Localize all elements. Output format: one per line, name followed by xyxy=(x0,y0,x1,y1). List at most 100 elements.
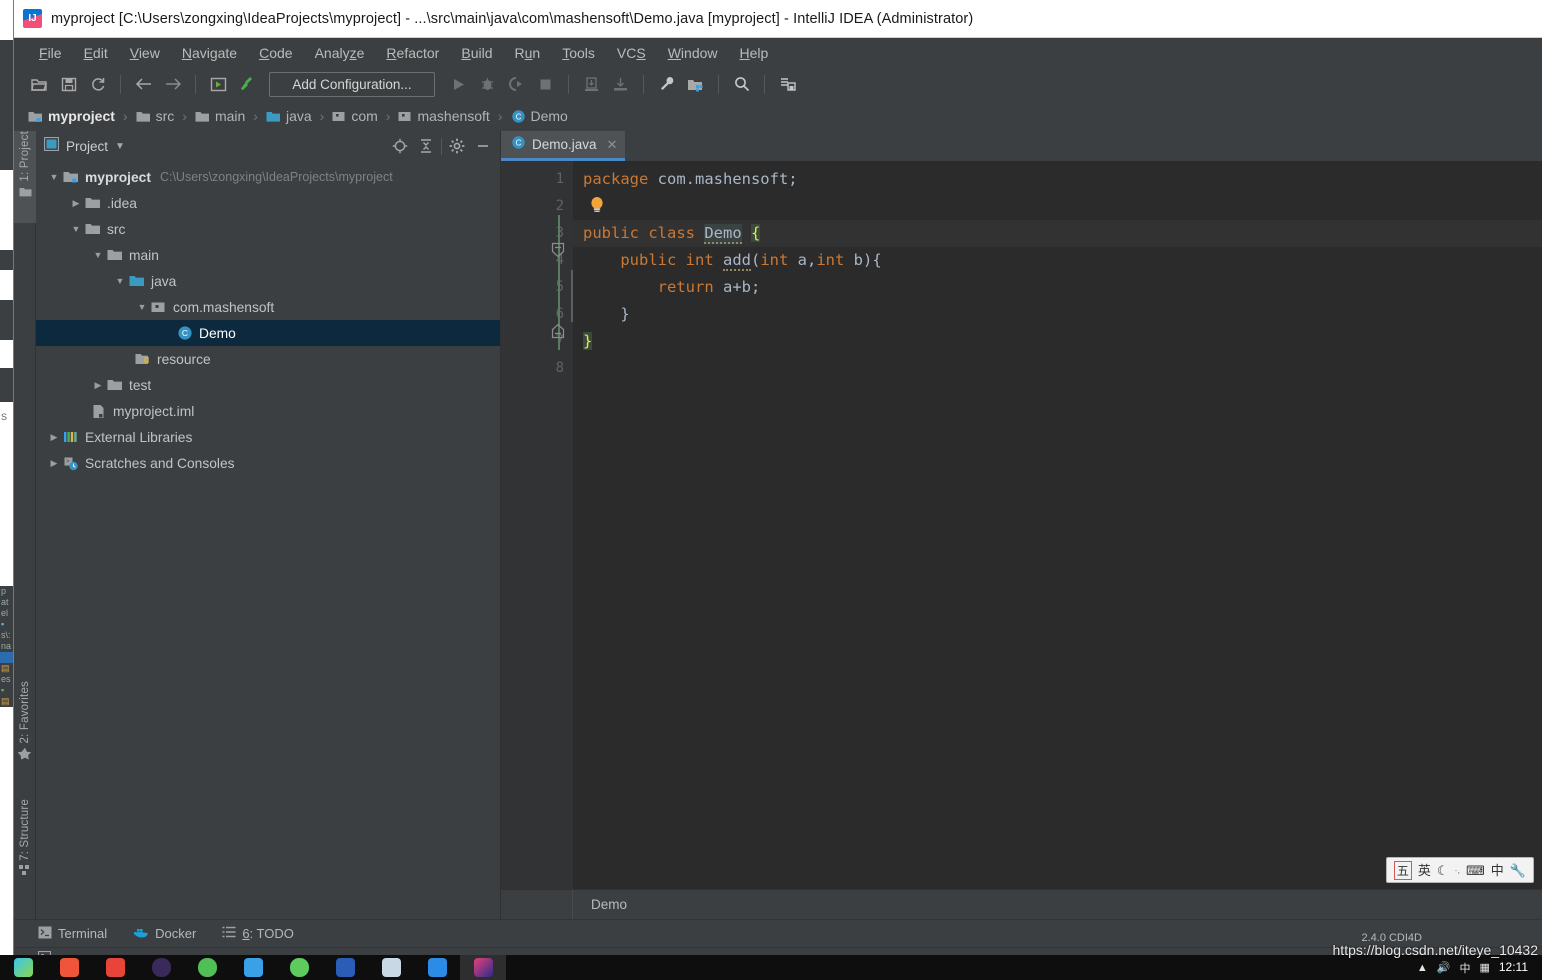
run-anything-icon[interactable] xyxy=(205,71,232,97)
menu-navigate[interactable]: Navigate xyxy=(171,42,248,64)
tree-row-myproject-iml[interactable]: myproject.iml xyxy=(36,398,500,424)
project-structure-icon[interactable] xyxy=(682,71,709,97)
chevron-down-icon[interactable]: ▼ xyxy=(90,250,106,260)
wrench-icon[interactable]: 🔧 xyxy=(1510,864,1526,877)
menu-refactor[interactable]: Refactor xyxy=(375,42,450,64)
menu-vcs[interactable]: VCS xyxy=(606,42,657,64)
ime-floating-toolbar[interactable]: 五 英 ☾ ·, ⌨ 中 🔧 xyxy=(1385,857,1534,883)
chevron-down-icon[interactable]: ▼ xyxy=(115,141,125,152)
sync-refresh-icon[interactable] xyxy=(84,71,111,97)
project-tree[interactable]: ▼ myproject C:\Users\zongxing\IdeaProjec… xyxy=(36,161,500,919)
taskbar-app-word[interactable] xyxy=(322,955,368,980)
code-editor[interactable]: 1 2 3 4 5 6 7 8 xyxy=(501,161,1542,889)
menu-edit[interactable]: Edit xyxy=(73,42,119,64)
tree-row-test[interactable]: ▶ test xyxy=(36,372,500,398)
chevron-down-icon[interactable]: ▼ xyxy=(46,172,62,182)
tree-row-resource[interactable]: resource xyxy=(36,346,500,372)
taskbar-app-onedrive[interactable] xyxy=(414,955,460,980)
breadcrumb-item-java[interactable]: java xyxy=(266,108,312,124)
stop-icon[interactable] xyxy=(532,71,559,97)
taskbar-clock[interactable]: 12:11 xyxy=(1499,961,1534,974)
volume-icon[interactable]: 🔊 xyxy=(1437,961,1451,974)
tree-row-demo[interactable]: C Demo xyxy=(36,320,500,346)
ime-toggle-icon[interactable]: 中 xyxy=(1491,864,1504,877)
menu-view[interactable]: View xyxy=(119,42,171,64)
settings-gear-icon[interactable] xyxy=(446,135,468,157)
ime-language-icon[interactable]: 英 xyxy=(1418,864,1431,877)
breadcrumb-item-myproject[interactable]: myproject xyxy=(28,108,115,124)
chevron-down-icon[interactable]: ▼ xyxy=(68,224,84,234)
hide-minimize-icon[interactable] xyxy=(472,135,494,157)
chevron-down-icon[interactable]: ▼ xyxy=(112,276,128,286)
tree-row-java[interactable]: ▼ java xyxy=(36,268,500,294)
breadcrumb-item-mashensoft[interactable]: mashensoft xyxy=(398,108,490,124)
tool-window-terminal[interactable]: Terminal xyxy=(38,926,107,942)
commit-icon[interactable] xyxy=(607,71,634,97)
menu-code[interactable]: Code xyxy=(248,42,303,64)
moon-icon[interactable]: ☾ xyxy=(1437,864,1449,877)
taskbar-app-photos[interactable] xyxy=(0,955,46,980)
ime-mode-icon[interactable]: 五 xyxy=(1393,860,1412,880)
close-icon[interactable]: ✕ xyxy=(607,137,618,153)
open-folder-icon[interactable] xyxy=(26,71,53,97)
editor-tab-demo-java[interactable]: C Demo.java ✕ xyxy=(501,131,626,161)
chevron-right-icon[interactable]: ▶ xyxy=(46,458,62,469)
menu-file[interactable]: File xyxy=(28,42,73,64)
build-hammer-icon[interactable] xyxy=(234,71,261,97)
locate-target-icon[interactable] xyxy=(389,135,411,157)
tree-row-main[interactable]: ▼ main xyxy=(36,242,500,268)
tree-row-idea[interactable]: ▶ .idea xyxy=(36,190,500,216)
database-icon[interactable] xyxy=(774,71,801,97)
tree-row-external-libraries[interactable]: ▶ External Libraries xyxy=(36,424,500,450)
menu-analyze[interactable]: Analyze xyxy=(304,42,376,64)
menu-window[interactable]: Window xyxy=(657,42,729,64)
breadcrumb-item-main[interactable]: main xyxy=(195,108,245,124)
chevron-down-icon[interactable]: ▼ xyxy=(134,302,150,312)
taskbar-app-sublime[interactable] xyxy=(230,955,276,980)
editor-breadcrumb-label[interactable]: Demo xyxy=(573,897,627,912)
tree-row-myproject[interactable]: ▼ myproject C:\Users\zongxing\IdeaProjec… xyxy=(36,164,500,190)
breadcrumb-item-demo[interactable]: C Demo xyxy=(511,108,568,124)
taskbar-app-wechat[interactable] xyxy=(184,955,230,980)
taskbar-app-intellij[interactable] xyxy=(46,955,92,980)
collapse-all-icon[interactable] xyxy=(415,135,437,157)
taskbar-app-idea-active[interactable] xyxy=(460,955,506,980)
sidebar-item-favorites[interactable]: 2: Favorites xyxy=(14,681,36,773)
run-icon[interactable] xyxy=(445,71,472,97)
breadcrumb-item-src[interactable]: src xyxy=(136,108,174,124)
sidebar-item-project[interactable]: 1: Project xyxy=(14,131,36,223)
breadcrumb-item-com[interactable]: com xyxy=(332,108,378,124)
back-arrow-icon[interactable] xyxy=(130,71,157,97)
chevron-right-icon[interactable]: ▶ xyxy=(46,432,62,443)
save-all-icon[interactable] xyxy=(55,71,82,97)
code-text-area[interactable]: package com.mashensoft; public class Dem… xyxy=(573,161,1542,889)
menu-tools[interactable]: Tools xyxy=(551,42,606,64)
chevron-right-icon[interactable]: ▶ xyxy=(68,198,84,209)
debug-icon[interactable] xyxy=(474,71,501,97)
lightbulb-icon[interactable] xyxy=(587,195,607,215)
chevron-right-icon[interactable]: ▶ xyxy=(90,380,106,391)
run-configuration-selector[interactable]: Add Configuration... xyxy=(269,71,435,97)
update-project-icon[interactable] xyxy=(578,71,605,97)
taskbar-app-qq[interactable] xyxy=(276,955,322,980)
menu-run[interactable]: Run xyxy=(504,42,552,64)
tree-row-com-mashensoft[interactable]: ▼ com.mashensoft xyxy=(36,294,500,320)
tool-window-todo[interactable]: 6: TODO xyxy=(222,926,294,941)
editor-gutter[interactable]: 1 2 3 4 5 6 7 8 xyxy=(501,161,573,889)
forward-arrow-icon[interactable] xyxy=(159,71,186,97)
search-everywhere-icon[interactable] xyxy=(728,71,755,97)
punctuation-icon[interactable]: ·, xyxy=(1455,865,1461,875)
taskbar-app-evernote[interactable] xyxy=(138,955,184,980)
taskbar-app-pycharm[interactable] xyxy=(92,955,138,980)
taskbar-app-cleaner[interactable] xyxy=(368,955,414,980)
network-icon[interactable]: ▲ xyxy=(1417,962,1428,974)
run-coverage-icon[interactable] xyxy=(503,71,530,97)
settings-wrench-icon[interactable] xyxy=(653,71,680,97)
menu-build[interactable]: Build xyxy=(450,42,503,64)
menu-help[interactable]: Help xyxy=(729,42,780,64)
ime-chinese-icon[interactable]: 中 xyxy=(1459,960,1470,976)
fold-collapse-icon[interactable] xyxy=(551,242,565,258)
ime-panel-icon[interactable]: ▦ xyxy=(1479,961,1489,974)
fold-expand-icon[interactable] xyxy=(551,323,565,339)
sidebar-item-structure[interactable]: 7: Structure xyxy=(14,799,36,899)
